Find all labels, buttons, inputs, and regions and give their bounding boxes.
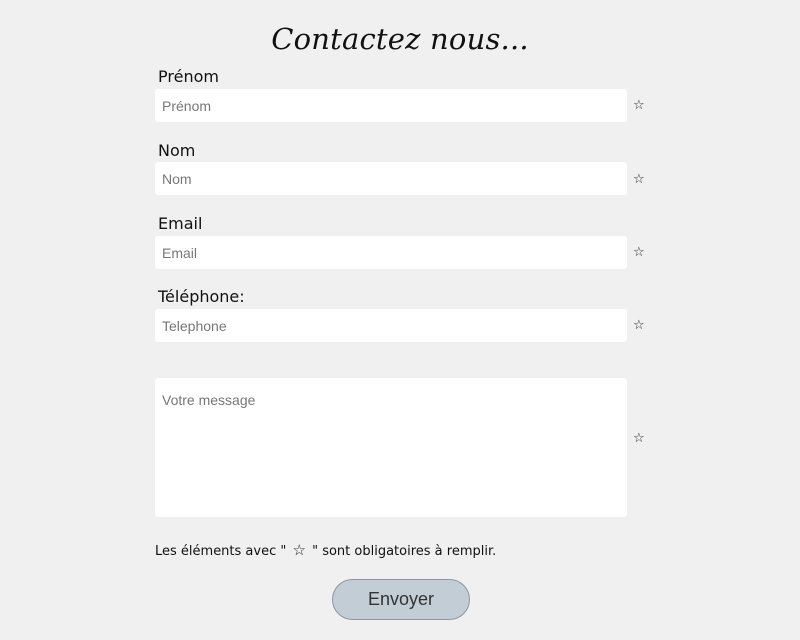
contact-page: Contactez nous... Prénom ☆ Nom ☆ Email ☆… bbox=[0, 0, 800, 640]
star-outline-icon: ☆ bbox=[292, 541, 306, 559]
required-star-icon: ☆ bbox=[633, 318, 645, 333]
required-star-icon: ☆ bbox=[633, 98, 645, 113]
required-fields-note: Les éléments avec " ☆ " sont obligatoire… bbox=[155, 541, 496, 559]
form-title: Contactez nous... bbox=[271, 22, 529, 56]
lastname-input[interactable] bbox=[155, 162, 627, 195]
required-star-icon: ☆ bbox=[633, 431, 645, 446]
message-textarea[interactable] bbox=[155, 378, 627, 517]
required-star-icon: ☆ bbox=[633, 172, 645, 187]
phone-label: Téléphone: bbox=[158, 287, 245, 306]
note-text-after: " sont obligatoires à remplir. bbox=[312, 544, 497, 559]
email-input[interactable] bbox=[155, 236, 627, 269]
firstname-input[interactable] bbox=[155, 89, 627, 122]
firstname-label: Prénom bbox=[158, 67, 219, 86]
email-label: Email bbox=[158, 214, 203, 233]
required-star-icon: ☆ bbox=[633, 245, 645, 260]
submit-button[interactable]: Envoyer bbox=[332, 579, 470, 620]
note-text-before: Les éléments avec " bbox=[155, 544, 287, 559]
phone-input[interactable] bbox=[155, 309, 627, 342]
lastname-label: Nom bbox=[158, 141, 196, 160]
